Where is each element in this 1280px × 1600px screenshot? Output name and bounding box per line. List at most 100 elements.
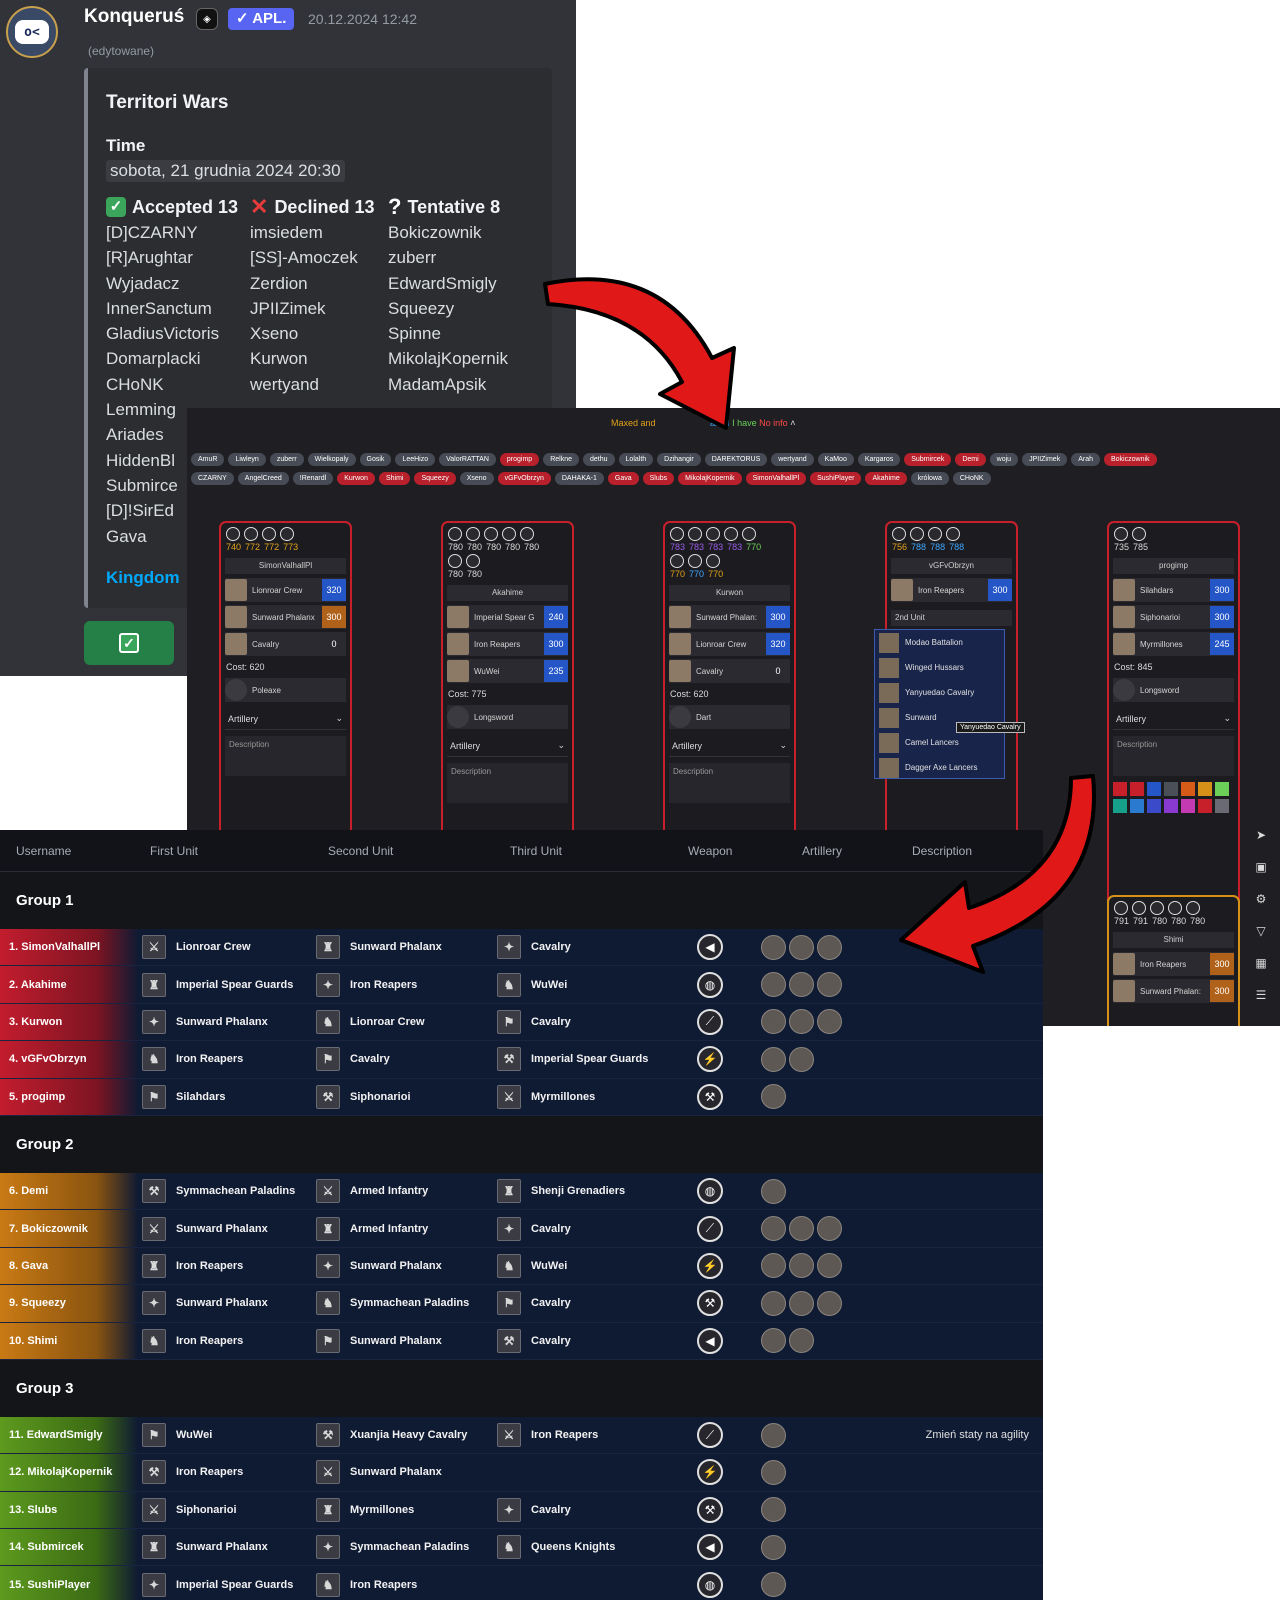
weapon-mastery-icon[interactable] bbox=[910, 527, 924, 541]
color-swatch[interactable] bbox=[1198, 799, 1212, 813]
weapon-mastery-icon[interactable] bbox=[928, 527, 942, 541]
artillery-select[interactable]: Artillery ⌄ bbox=[669, 735, 790, 757]
artillery-icon[interactable] bbox=[761, 1084, 786, 1110]
player-pill[interactable]: CHoNK bbox=[952, 472, 991, 485]
player-pill[interactable]: Kurwon bbox=[337, 472, 375, 485]
player-pill[interactable]: Relkne bbox=[543, 453, 579, 466]
unit-leadership[interactable]: 245 bbox=[1210, 633, 1234, 655]
unit-row[interactable]: Cavalry 0 bbox=[669, 659, 790, 683]
table-row[interactable]: 13. Slubs ⚔ Siphonarioi ♜ Myrmillones ✦ Cavalr… bbox=[0, 1491, 1043, 1530]
weapon-icon[interactable]: ⚒ bbox=[697, 1083, 723, 1110]
unit-leadership[interactable]: 300 bbox=[544, 633, 568, 655]
description-field[interactable]: Description bbox=[225, 736, 346, 776]
weapon-icon[interactable]: ◍ bbox=[697, 971, 723, 998]
artillery-icon[interactable] bbox=[761, 1216, 786, 1242]
player-pill[interactable]: JPIIZimek bbox=[1022, 453, 1068, 466]
weapon-mastery-icon[interactable] bbox=[1186, 901, 1200, 915]
filter-icon[interactable]: ▽ bbox=[1251, 924, 1271, 956]
table-row[interactable]: 8. Gava ♜ Iron Reapers ✦ Sunward Phalanx ♞ WuW… bbox=[0, 1247, 1043, 1286]
artillery-icon[interactable] bbox=[761, 1046, 786, 1072]
weapon-mastery-icon[interactable] bbox=[670, 554, 684, 568]
artillery-icon[interactable] bbox=[789, 1009, 814, 1035]
weapon-icon[interactable]: ⚡ bbox=[697, 1046, 723, 1073]
artillery-icon[interactable] bbox=[761, 1459, 786, 1485]
unit-leadership[interactable]: 300 bbox=[322, 606, 346, 628]
weapon-mastery-icon[interactable] bbox=[226, 527, 240, 541]
table-row[interactable]: 11. EdwardSmigly ⚑ WuWei ⚒ Xuanjia Heavy Cav… bbox=[0, 1416, 1043, 1455]
clipboard-icon[interactable]: ▣ bbox=[1251, 860, 1271, 892]
artillery-icon[interactable] bbox=[761, 1534, 786, 1560]
unit-leadership[interactable]: 235 bbox=[544, 660, 568, 682]
avatar[interactable]: o< bbox=[6, 6, 58, 58]
robot-icon[interactable]: ⚙ bbox=[1251, 892, 1271, 924]
color-swatch[interactable] bbox=[1130, 799, 1144, 813]
weapon-mastery-icon[interactable] bbox=[262, 527, 276, 541]
weapon-row[interactable]: Longsword bbox=[1113, 678, 1234, 702]
artillery-icon[interactable] bbox=[761, 1290, 786, 1316]
player-pill[interactable]: Lolalth bbox=[618, 453, 654, 466]
table-row[interactable]: 1. SimonValhallPl ⚔ Lionroar Crew ♜ Sunward … bbox=[0, 929, 1043, 967]
artillery-icon[interactable] bbox=[761, 972, 786, 998]
artillery-icon[interactable] bbox=[761, 1009, 786, 1035]
player-pill[interactable]: woju bbox=[989, 453, 1019, 466]
description-field[interactable]: Description bbox=[447, 763, 568, 803]
weapon-mastery-icon[interactable] bbox=[1168, 901, 1182, 915]
artillery-icon[interactable] bbox=[789, 934, 814, 960]
weapon-mastery-icon[interactable] bbox=[946, 527, 960, 541]
chevron-up-icon[interactable]: ˄ bbox=[790, 418, 795, 428]
player-pill[interactable]: zuberr bbox=[269, 453, 304, 466]
color-swatch[interactable] bbox=[1164, 799, 1178, 813]
weapon-mastery-icon[interactable] bbox=[520, 527, 534, 541]
weapon-icon[interactable]: ◍ bbox=[697, 1178, 723, 1205]
weapon-icon[interactable]: ◀ bbox=[697, 1534, 723, 1561]
artillery-icon[interactable] bbox=[789, 1253, 814, 1279]
player-pill[interactable]: Slubs bbox=[642, 472, 675, 485]
weapon-mastery-icon[interactable] bbox=[244, 527, 258, 541]
weapon-icon[interactable]: ⟋ bbox=[697, 1422, 723, 1449]
weapon-mastery-icon[interactable] bbox=[724, 527, 738, 541]
weapon-row[interactable]: Poleaxe bbox=[225, 678, 346, 702]
player-pill[interactable]: AngelCreed bbox=[237, 472, 289, 485]
player-pill[interactable]: Bokiczownik bbox=[1104, 453, 1157, 466]
table-row[interactable]: 15. SushiPlayer ✦ Imperial Spear Guards ♞ Ir… bbox=[0, 1566, 1043, 1600]
artillery-icon[interactable] bbox=[761, 934, 786, 960]
weapon-mastery-icon[interactable] bbox=[1132, 527, 1146, 541]
table-row[interactable]: 9. Squeezy ✦ Sunward Phalanx ♞ Symmachean Pa… bbox=[0, 1285, 1043, 1323]
player-pill[interactable]: Squeezy bbox=[414, 472, 456, 485]
table-row[interactable]: 6. Demi ⚒ Symmachean Paladins ⚔ Armed Infant… bbox=[0, 1172, 1043, 1211]
weapon-mastery-icon[interactable] bbox=[1132, 901, 1146, 915]
player-pill[interactable]: MikolajKopernik bbox=[678, 472, 742, 485]
artillery-icon[interactable] bbox=[789, 972, 814, 998]
weapon-mastery-icon[interactable] bbox=[502, 527, 516, 541]
player-pill[interactable]: Gava bbox=[607, 472, 639, 485]
color-swatch[interactable] bbox=[1147, 782, 1161, 796]
player-pill[interactable]: Shimi bbox=[378, 472, 411, 485]
unit-row[interactable]: Iron Reapers 300 bbox=[891, 578, 1012, 602]
player-pill[interactable]: Dzihangir bbox=[657, 453, 701, 466]
unit-leadership[interactable]: 300 bbox=[1210, 980, 1234, 1002]
artillery-icon[interactable] bbox=[817, 1253, 842, 1279]
player-pill[interactable]: DAHAKA-1 bbox=[554, 472, 604, 485]
player-pill[interactable]: AmuR bbox=[191, 453, 225, 466]
weapon-icon[interactable]: ⟋ bbox=[697, 1008, 723, 1035]
table-row[interactable]: 10. Shimi ♞ Iron Reapers ⚑ Sunward Phalanx ⚒ C… bbox=[0, 1322, 1043, 1360]
player-pill[interactable]: Kargaros bbox=[857, 453, 901, 466]
unit-row[interactable]: Silahdars 300 bbox=[1113, 578, 1234, 602]
table-row[interactable]: 2. Akahime ♜ Imperial Spear Guards ✦ Iron Re… bbox=[0, 966, 1043, 1004]
weapon-row[interactable]: Dart bbox=[669, 705, 790, 729]
player-pill[interactable]: Liwleyn bbox=[228, 453, 266, 466]
weapon-mastery-icon[interactable] bbox=[1150, 901, 1164, 915]
artillery-icon[interactable] bbox=[761, 1328, 786, 1354]
unit-row[interactable]: Cavalry 0 bbox=[225, 632, 346, 656]
unit-row[interactable]: Iron Reapers 300 bbox=[447, 632, 568, 656]
weapon-mastery-icon[interactable] bbox=[688, 554, 702, 568]
player-pill[interactable]: dethu bbox=[583, 453, 615, 466]
player-pill[interactable]: ValorRATTAN bbox=[439, 453, 496, 466]
weapon-mastery-icon[interactable] bbox=[1114, 901, 1128, 915]
artillery-icon[interactable] bbox=[789, 1046, 814, 1072]
send-icon[interactable]: ➤ bbox=[1251, 828, 1271, 860]
color-swatch[interactable] bbox=[1198, 782, 1212, 796]
player-pill[interactable]: Xseno bbox=[459, 472, 494, 485]
player-pill[interactable]: Arah bbox=[1071, 453, 1100, 466]
player-pill[interactable]: DAREKTORUS bbox=[704, 453, 768, 466]
